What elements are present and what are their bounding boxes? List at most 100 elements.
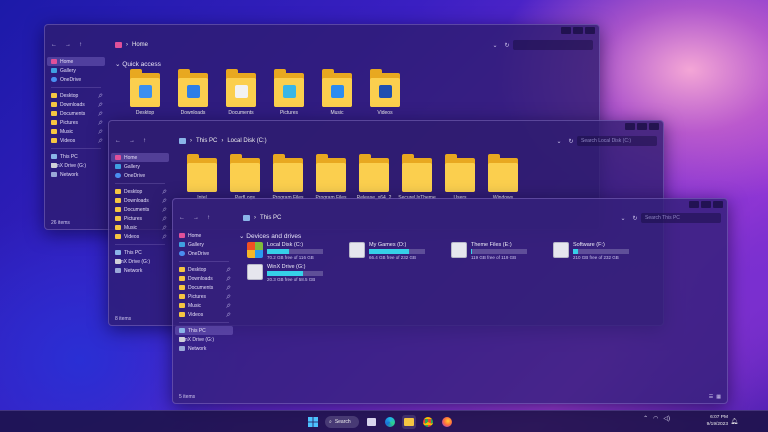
close-button[interactable] [585, 27, 595, 34]
file-explorer-icon[interactable] [402, 415, 416, 429]
chrome-icon[interactable] [421, 415, 435, 429]
sidebar-item[interactable]: OneDrive [173, 249, 235, 258]
sidebar-item[interactable]: Network [109, 266, 171, 275]
drive-tile[interactable]: Local Disk (C:) 70.2 GB free of 116 GB [247, 242, 323, 260]
drive-tile[interactable]: Software (F:) 210 GB free of 232 GB [553, 242, 629, 260]
sidebar-item[interactable]: Pictures 📌︎ [173, 292, 235, 301]
maximize-button[interactable] [701, 201, 711, 208]
sidebar-item[interactable]: Videos 📌︎ [109, 232, 171, 241]
volume-icon[interactable]: ◁) [663, 415, 670, 422]
breadcrumb-item[interactable]: This PC [196, 138, 217, 144]
folder-item[interactable]: Program Files [310, 154, 352, 201]
minimize-button[interactable] [561, 27, 571, 34]
sidebar-item[interactable]: Desktop 📌︎ [45, 91, 107, 100]
up-icon[interactable]: ↑ [207, 215, 210, 221]
sidebar-item[interactable]: WinX Drive (G:) [109, 257, 171, 266]
sidebar-item[interactable]: Network [45, 170, 107, 179]
sidebar-item[interactable]: Downloads 📌︎ [173, 274, 235, 283]
search-input[interactable]: Search Local Disk (C:) [577, 136, 657, 146]
maximize-button[interactable] [637, 123, 647, 130]
sidebar-item[interactable]: Gallery [173, 240, 235, 249]
sidebar-item[interactable]: Music 📌︎ [45, 127, 107, 136]
refresh-icon[interactable]: ↻ [629, 215, 641, 222]
breadcrumb-item[interactable]: Home [132, 42, 148, 48]
tiles-view-icon[interactable]: ▦ [716, 394, 721, 400]
forward-icon[interactable]: → [65, 42, 71, 48]
search-input[interactable]: Search This PC [641, 213, 721, 223]
search-input[interactable] [513, 40, 593, 50]
quick-access-item[interactable]: Downloads [173, 69, 213, 116]
folder-item[interactable]: Release_x64_2 [353, 154, 395, 201]
quick-access-item[interactable]: Documents [221, 69, 261, 116]
dropdown-icon[interactable]: ⌄ [489, 42, 501, 49]
taskbar-search[interactable]: ⌕ Search [325, 416, 359, 428]
minimize-button[interactable] [625, 123, 635, 130]
breadcrumb-item[interactable]: Local Disk (C:) [227, 138, 266, 144]
sidebar-item[interactable]: Downloads 📌︎ [45, 100, 107, 109]
sidebar-item[interactable]: Home [173, 231, 235, 240]
sidebar-item[interactable]: Music 📌︎ [109, 223, 171, 232]
breadcrumb[interactable]: › This PC › Local Disk (C:) [179, 138, 553, 144]
back-icon[interactable]: ← [179, 215, 185, 221]
quick-access-heading[interactable]: ⌄ Quick access [115, 60, 161, 68]
sidebar-item[interactable]: Home [111, 153, 169, 162]
folder-item[interactable]: Program Files [267, 154, 309, 201]
windows-start-icon[interactable] [306, 415, 320, 429]
sidebar-item[interactable]: Videos 📌︎ [173, 310, 235, 319]
notification-bell-icon[interactable]: 🔔︎ [730, 418, 738, 425]
dropdown-icon[interactable]: ⌄ [553, 138, 565, 145]
sidebar-item[interactable]: Documents 📌︎ [45, 109, 107, 118]
sidebar-item[interactable]: OneDrive [109, 171, 171, 180]
sidebar-item[interactable]: Home [47, 57, 105, 66]
clock[interactable]: 6:07 PM 9/19/2023 [707, 415, 728, 428]
quick-access-item[interactable]: Music [317, 69, 357, 116]
drive-tile[interactable]: WinX Drive (G:) 20.3 GB free of 58.5 GB [247, 264, 323, 282]
folder-item[interactable]: Users [439, 154, 481, 201]
title-bar[interactable] [109, 121, 663, 133]
chevron-up-icon[interactable]: ⌃ [643, 415, 648, 422]
sidebar-item[interactable]: Gallery [45, 66, 107, 75]
up-icon[interactable]: ↑ [79, 42, 82, 48]
drive-tile[interactable]: My Games (D:) 66.4 GB free of 232 GB [349, 242, 425, 260]
sidebar-item[interactable]: Network [173, 344, 235, 353]
sidebar-item[interactable]: OneDrive [45, 75, 107, 84]
quick-access-item[interactable]: Pictures [269, 69, 309, 116]
forward-icon[interactable]: → [193, 215, 199, 221]
breadcrumb-item[interactable]: This PC [260, 215, 281, 221]
firefox-icon[interactable] [440, 415, 454, 429]
refresh-icon[interactable]: ↻ [501, 42, 513, 49]
sidebar-item[interactable]: Gallery [109, 162, 171, 171]
details-view-icon[interactable]: ☰ [709, 394, 713, 400]
title-bar[interactable] [173, 199, 727, 211]
folder-item[interactable]: Windows [482, 154, 524, 201]
sidebar-item[interactable]: This PC [109, 248, 171, 257]
sidebar-item[interactable]: WinX Drive (G:) [173, 335, 235, 344]
edge-icon[interactable] [383, 415, 397, 429]
sidebar-item[interactable]: Music 📌︎ [173, 301, 235, 310]
up-icon[interactable]: ↑ [143, 138, 146, 144]
refresh-icon[interactable]: ↻ [565, 138, 577, 145]
back-icon[interactable]: ← [51, 42, 57, 48]
quick-access-item[interactable]: Videos [365, 69, 405, 116]
sidebar-item[interactable]: Desktop 📌︎ [173, 265, 235, 274]
close-button[interactable] [713, 201, 723, 208]
drive-tile[interactable]: Theme Files (E:) 119 GB free of 119 GB [451, 242, 527, 260]
dropdown-icon[interactable]: ⌄ [617, 215, 629, 222]
forward-icon[interactable]: → [129, 138, 135, 144]
breadcrumb[interactable]: › This PC [243, 215, 617, 221]
folder-item[interactable]: Intel [181, 154, 223, 201]
sidebar-item[interactable]: This PC [45, 152, 107, 161]
sidebar-item[interactable]: Desktop 📌︎ [109, 187, 171, 196]
close-button[interactable] [649, 123, 659, 130]
minimize-button[interactable] [689, 201, 699, 208]
wifi-icon[interactable]: ◠ [653, 415, 658, 422]
sidebar-item[interactable]: This PC [175, 326, 233, 335]
sidebar-item[interactable]: WinX Drive (G:) [45, 161, 107, 170]
title-bar[interactable] [45, 25, 599, 37]
maximize-button[interactable] [573, 27, 583, 34]
sidebar-item[interactable]: Pictures 📌︎ [109, 214, 171, 223]
sidebar-item[interactable]: Videos 📌︎ [45, 136, 107, 145]
folder-item[interactable]: SecureUxTheme [396, 154, 438, 201]
quick-access-item[interactable]: Desktop [125, 69, 165, 116]
sidebar-item[interactable]: Downloads 📌︎ [109, 196, 171, 205]
